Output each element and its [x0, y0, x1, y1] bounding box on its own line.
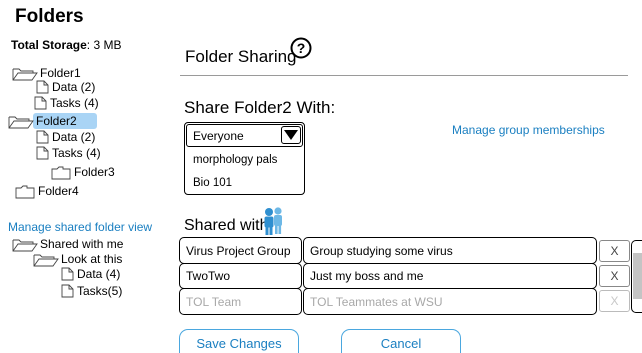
- share-group-cell: TOL Team: [179, 288, 302, 315]
- save-changes-button[interactable]: Save Changes: [179, 329, 299, 353]
- dropdown-selected-value: Everyone: [193, 129, 244, 143]
- people-icon: [259, 205, 291, 235]
- cancel-button[interactable]: Cancel: [341, 329, 461, 353]
- document-icon: [61, 284, 74, 298]
- share-group-cell: Virus Project Group: [179, 237, 302, 264]
- tree-item-folder2-data[interactable]: Data (2): [36, 130, 95, 144]
- open-folder-icon: [12, 238, 38, 251]
- open-folder-icon: [12, 67, 38, 80]
- save-changes-label: Save Changes: [196, 336, 282, 351]
- dropdown-option[interactable]: morphology pals: [193, 154, 277, 166]
- document-icon: [34, 96, 47, 110]
- cancel-label: Cancel: [380, 336, 422, 351]
- tree-item-folder2[interactable]: Folder2: [8, 113, 97, 129]
- svg-text:?: ?: [297, 40, 306, 56]
- tree-item-label: Look at this: [61, 252, 123, 266]
- tree-item-look-at-this[interactable]: Look at this: [33, 252, 122, 266]
- total-storage: Total Storage: 3 MB: [11, 38, 121, 52]
- manage-shared-folder-link[interactable]: Manage shared folder view: [8, 220, 152, 234]
- document-icon: [36, 146, 49, 160]
- tree-item-shared-data[interactable]: Data (4): [61, 267, 120, 281]
- tree-item-folder2-tasks[interactable]: Tasks (4): [36, 146, 101, 160]
- tree-item-label: Shared with me: [40, 237, 124, 251]
- storage-label: Total Storage: [11, 38, 87, 52]
- tree-item-label: Data (2): [52, 130, 96, 144]
- tree-item-label: Tasks (4): [50, 96, 99, 110]
- scrollbar-thumb[interactable]: [633, 253, 642, 299]
- tree-item-label: Data (2): [52, 80, 96, 94]
- share-heading: Share Folder2 With:: [184, 98, 336, 117]
- tree-item-folder1-tasks[interactable]: Tasks (4): [34, 96, 99, 110]
- tree-item-label: Data (4): [77, 267, 121, 281]
- share-description-cell: TOL Teammates at WSU: [303, 288, 597, 315]
- manage-group-memberships-link[interactable]: Manage group memberships: [452, 123, 605, 137]
- tree-item-folder4[interactable]: Folder4: [15, 184, 79, 198]
- document-icon: [61, 267, 74, 281]
- tree-item-folder3[interactable]: Folder3: [51, 165, 115, 179]
- share-description-cell: Group studying some virus: [303, 237, 597, 264]
- divider: [180, 75, 628, 76]
- share-target-dropdown[interactable]: Everyone morphology pals Bio 101: [184, 122, 305, 195]
- open-folder-icon: [8, 115, 34, 128]
- tree-item-shared-tasks[interactable]: Tasks(5): [61, 284, 122, 298]
- table-scrollbar[interactable]: [631, 240, 642, 313]
- share-group-cell: TwoTwo: [179, 263, 302, 289]
- tree-item-label: Folder1: [40, 66, 81, 80]
- open-folder-icon: [33, 253, 59, 266]
- closed-folder-icon: [51, 166, 71, 179]
- dropdown-arrow-icon[interactable]: [281, 126, 301, 144]
- tree-item-label: Tasks(5): [77, 284, 123, 298]
- remove-share-button[interactable]: X: [599, 290, 630, 312]
- document-icon: [36, 130, 49, 144]
- tree-item-label-selected: Folder2: [33, 113, 97, 129]
- tree-item-folder1[interactable]: Folder1: [12, 66, 81, 80]
- remove-share-button[interactable]: X: [599, 240, 630, 262]
- remove-share-button[interactable]: X: [599, 265, 630, 287]
- dropdown-option[interactable]: Bio 101: [193, 177, 232, 189]
- tree-item-shared-with-me[interactable]: Shared with me: [12, 237, 123, 251]
- tree-item-label: Folder4: [38, 184, 79, 198]
- dropdown-selected[interactable]: Everyone: [186, 124, 303, 147]
- tree-item-label: Tasks (4): [52, 146, 101, 160]
- page-title: Folder Sharing: [185, 47, 297, 66]
- help-icon[interactable]: ?: [290, 37, 312, 59]
- document-icon: [36, 80, 49, 94]
- closed-folder-icon: [15, 185, 35, 198]
- share-description-cell: Just my boss and me: [303, 263, 597, 289]
- sidebar-heading: Folders: [15, 6, 84, 27]
- storage-value: : 3 MB: [86, 38, 122, 52]
- tree-item-label: Folder3: [74, 165, 115, 179]
- tree-item-folder1-data[interactable]: Data (2): [36, 80, 95, 94]
